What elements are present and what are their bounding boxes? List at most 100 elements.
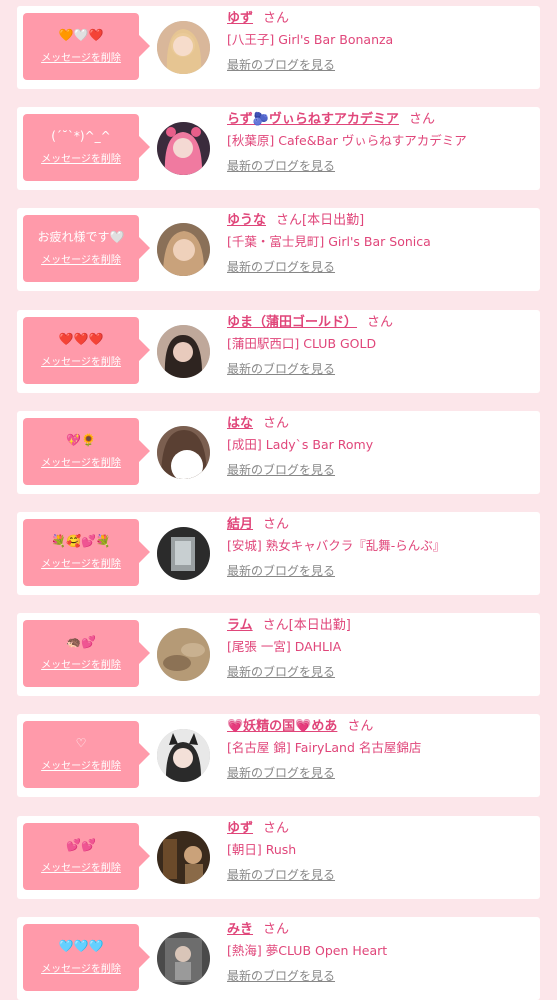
cast-name-link[interactable]: ゆず xyxy=(227,11,253,26)
message-text: ♡ xyxy=(75,736,87,750)
status-badge: [本日出勤] xyxy=(288,618,351,633)
name-row: ラム さん[本日出勤] xyxy=(227,616,537,636)
avatar[interactable] xyxy=(157,325,210,378)
latest-blog-link[interactable]: 最新のブログを見る xyxy=(227,664,537,680)
delete-message-button[interactable]: メッセージを削除 xyxy=(23,964,139,976)
message-card: ♡ メッセージを削除 💗妖精の国💗めあ さん [名古屋 錦] FairyLand … xyxy=(17,714,540,797)
avatar-image xyxy=(157,628,210,681)
message-card: 🧡🤍❤️ メッセージを削除 ゆず さん [八王子] Girl's Bar Bona… xyxy=(17,6,540,89)
latest-blog-link[interactable]: 最新のブログを見る xyxy=(227,361,537,377)
shop-label: [尾張 一宮] DAHLIA xyxy=(227,639,342,654)
delete-message-button[interactable]: メッセージを削除 xyxy=(23,660,139,672)
shop-label: [八王子] Girl's Bar Bonanza xyxy=(227,32,394,47)
avatar[interactable] xyxy=(157,21,210,74)
avatar[interactable] xyxy=(157,527,210,580)
name-row: ゆうな さん[本日出勤] xyxy=(227,211,537,231)
cast-info: はな さん [成田] Lady`s Bar Romy 最新のブログを見る xyxy=(227,414,537,478)
cast-name-link[interactable]: らず🫐ヴぃらねすアカデミア xyxy=(227,112,399,127)
avatar[interactable] xyxy=(157,932,210,985)
avatar[interactable] xyxy=(157,426,210,479)
message-card: お疲れ様です🤍 メッセージを削除 ゆうな さん[本日出勤] [千葉・富士見町] G… xyxy=(17,208,540,291)
cast-name-link[interactable]: ゆま（蒲田ゴールド） xyxy=(227,315,357,330)
latest-blog-link[interactable]: 最新のブログを見る xyxy=(227,765,537,781)
avatar-image xyxy=(157,831,210,884)
delete-message-button[interactable]: メッセージを削除 xyxy=(23,255,139,267)
message-card: 💕💕 メッセージを削除 ゆず さん [朝日] Rush 最新のブログを見る xyxy=(17,816,540,899)
latest-blog-link[interactable]: 最新のブログを見る xyxy=(227,968,537,984)
cast-name-link[interactable]: はな xyxy=(227,416,253,431)
message-card: 🦔💕 メッセージを削除 ラム さん[本日出勤] [尾張 一宮] DAHLIA 最新… xyxy=(17,613,540,696)
delete-message-button[interactable]: メッセージを削除 xyxy=(23,53,139,65)
message-text: 💐🥰💕💐 xyxy=(51,534,111,548)
message-text: お疲れ様です🤍 xyxy=(37,230,125,244)
cast-info: 💗妖精の国💗めあ さん [名古屋 錦] FairyLand 名古屋錦店 最新のブロ… xyxy=(227,717,537,781)
message-bubble: 💖🌻 メッセージを削除 xyxy=(23,418,150,485)
message-bubble: ❤️❤️❤️ メッセージを削除 xyxy=(23,317,150,384)
latest-blog-link[interactable]: 最新のブログを見る xyxy=(227,867,537,883)
avatar-image xyxy=(157,527,210,580)
latest-blog-link[interactable]: 最新のブログを見る xyxy=(227,462,537,478)
message-text: 🦔💕 xyxy=(66,635,96,649)
cast-name-link[interactable]: ラム xyxy=(227,618,253,633)
message-text: (ˊ˘ˋ*)^_^ xyxy=(51,129,111,143)
name-row: らず🫐ヴぃらねすアカデミア さん xyxy=(227,110,537,130)
latest-blog-link[interactable]: 最新のブログを見る xyxy=(227,563,537,579)
message-text: 💕💕 xyxy=(66,838,96,852)
cast-info: ゆず さん [八王子] Girl's Bar Bonanza 最新のブログを見る xyxy=(227,9,537,73)
message-bubble: ♡ メッセージを削除 xyxy=(23,721,150,788)
avatar[interactable] xyxy=(157,628,210,681)
honorific: さん xyxy=(263,517,290,532)
honorific: さん xyxy=(276,213,303,228)
avatar-image xyxy=(157,223,210,276)
message-text: 🧡🤍❤️ xyxy=(58,28,104,42)
honorific: さん xyxy=(367,315,394,330)
shop-label: [蒲田駅西口] CLUB GOLD xyxy=(227,336,377,351)
delete-message-button[interactable]: メッセージを削除 xyxy=(23,863,139,875)
name-row: ゆず さん xyxy=(227,819,537,839)
cast-name-link[interactable]: ゆうな xyxy=(227,213,266,228)
honorific: さん xyxy=(263,416,290,431)
delete-message-button[interactable]: メッセージを削除 xyxy=(23,458,139,470)
cast-name-link[interactable]: 💗妖精の国💗めあ xyxy=(227,719,337,734)
avatar-image xyxy=(157,21,210,74)
latest-blog-link[interactable]: 最新のブログを見る xyxy=(227,158,537,174)
shop-label: [成田] Lady`s Bar Romy xyxy=(227,437,374,452)
avatar-image xyxy=(157,122,210,175)
cast-name-link[interactable]: 結月 xyxy=(227,517,253,532)
avatar-image xyxy=(157,932,210,985)
message-bubble: 🩵🩵🩵 メッセージを削除 xyxy=(23,924,150,991)
message-card: ❤️❤️❤️ メッセージを削除 ゆま（蒲田ゴールド） さん [蒲田駅西口] CLU… xyxy=(17,310,540,393)
delete-message-button[interactable]: メッセージを削除 xyxy=(23,154,139,166)
message-bubble: 💐🥰💕💐 メッセージを削除 xyxy=(23,519,150,586)
honorific: さん xyxy=(263,821,290,836)
cast-name-link[interactable]: みき xyxy=(227,922,253,937)
avatar[interactable] xyxy=(157,223,210,276)
message-card: (ˊ˘ˋ*)^_^ メッセージを削除 らず🫐ヴぃらねすアカデミア さん [秋葉原]… xyxy=(17,107,540,190)
honorific: さん xyxy=(263,11,290,26)
message-bubble: (ˊ˘ˋ*)^_^ メッセージを削除 xyxy=(23,114,150,181)
delete-message-button[interactable]: メッセージを削除 xyxy=(23,357,139,369)
avatar[interactable] xyxy=(157,831,210,884)
honorific: さん xyxy=(262,618,289,633)
message-bubble: 🦔💕 メッセージを削除 xyxy=(23,620,150,687)
avatar[interactable] xyxy=(157,729,210,782)
cast-info: ゆず さん [朝日] Rush 最新のブログを見る xyxy=(227,819,537,883)
message-text: 🩵🩵🩵 xyxy=(58,939,104,953)
message-bubble: 💕💕 メッセージを削除 xyxy=(23,823,150,890)
shop-label: [安城] 熟女キャバクラ『乱舞-らんぶ』 xyxy=(227,538,446,553)
shop-label: [名古屋 錦] FairyLand 名古屋錦店 xyxy=(227,740,422,755)
latest-blog-link[interactable]: 最新のブログを見る xyxy=(227,259,537,275)
delete-message-button[interactable]: メッセージを削除 xyxy=(23,761,139,773)
name-row: ゆず さん xyxy=(227,9,537,29)
message-text: ❤️❤️❤️ xyxy=(58,332,104,346)
cast-name-link[interactable]: ゆず xyxy=(227,821,253,836)
shop-label: [秋葉原] Cafe&Bar ヴぃらねすアカデミア xyxy=(227,133,467,148)
avatar[interactable] xyxy=(157,122,210,175)
delete-message-button[interactable]: メッセージを削除 xyxy=(23,559,139,571)
name-row: はな さん xyxy=(227,414,537,434)
shop-label: [熱海] 夢CLUB Open Heart xyxy=(227,943,388,958)
cast-info: ゆうな さん[本日出勤] [千葉・富士見町] Girl's Bar Sonica … xyxy=(227,211,537,275)
avatar-image xyxy=(157,729,210,782)
message-card: 💐🥰💕💐 メッセージを削除 結月 さん [安城] 熟女キャバクラ『乱舞-らんぶ』 … xyxy=(17,512,540,595)
latest-blog-link[interactable]: 最新のブログを見る xyxy=(227,57,537,73)
